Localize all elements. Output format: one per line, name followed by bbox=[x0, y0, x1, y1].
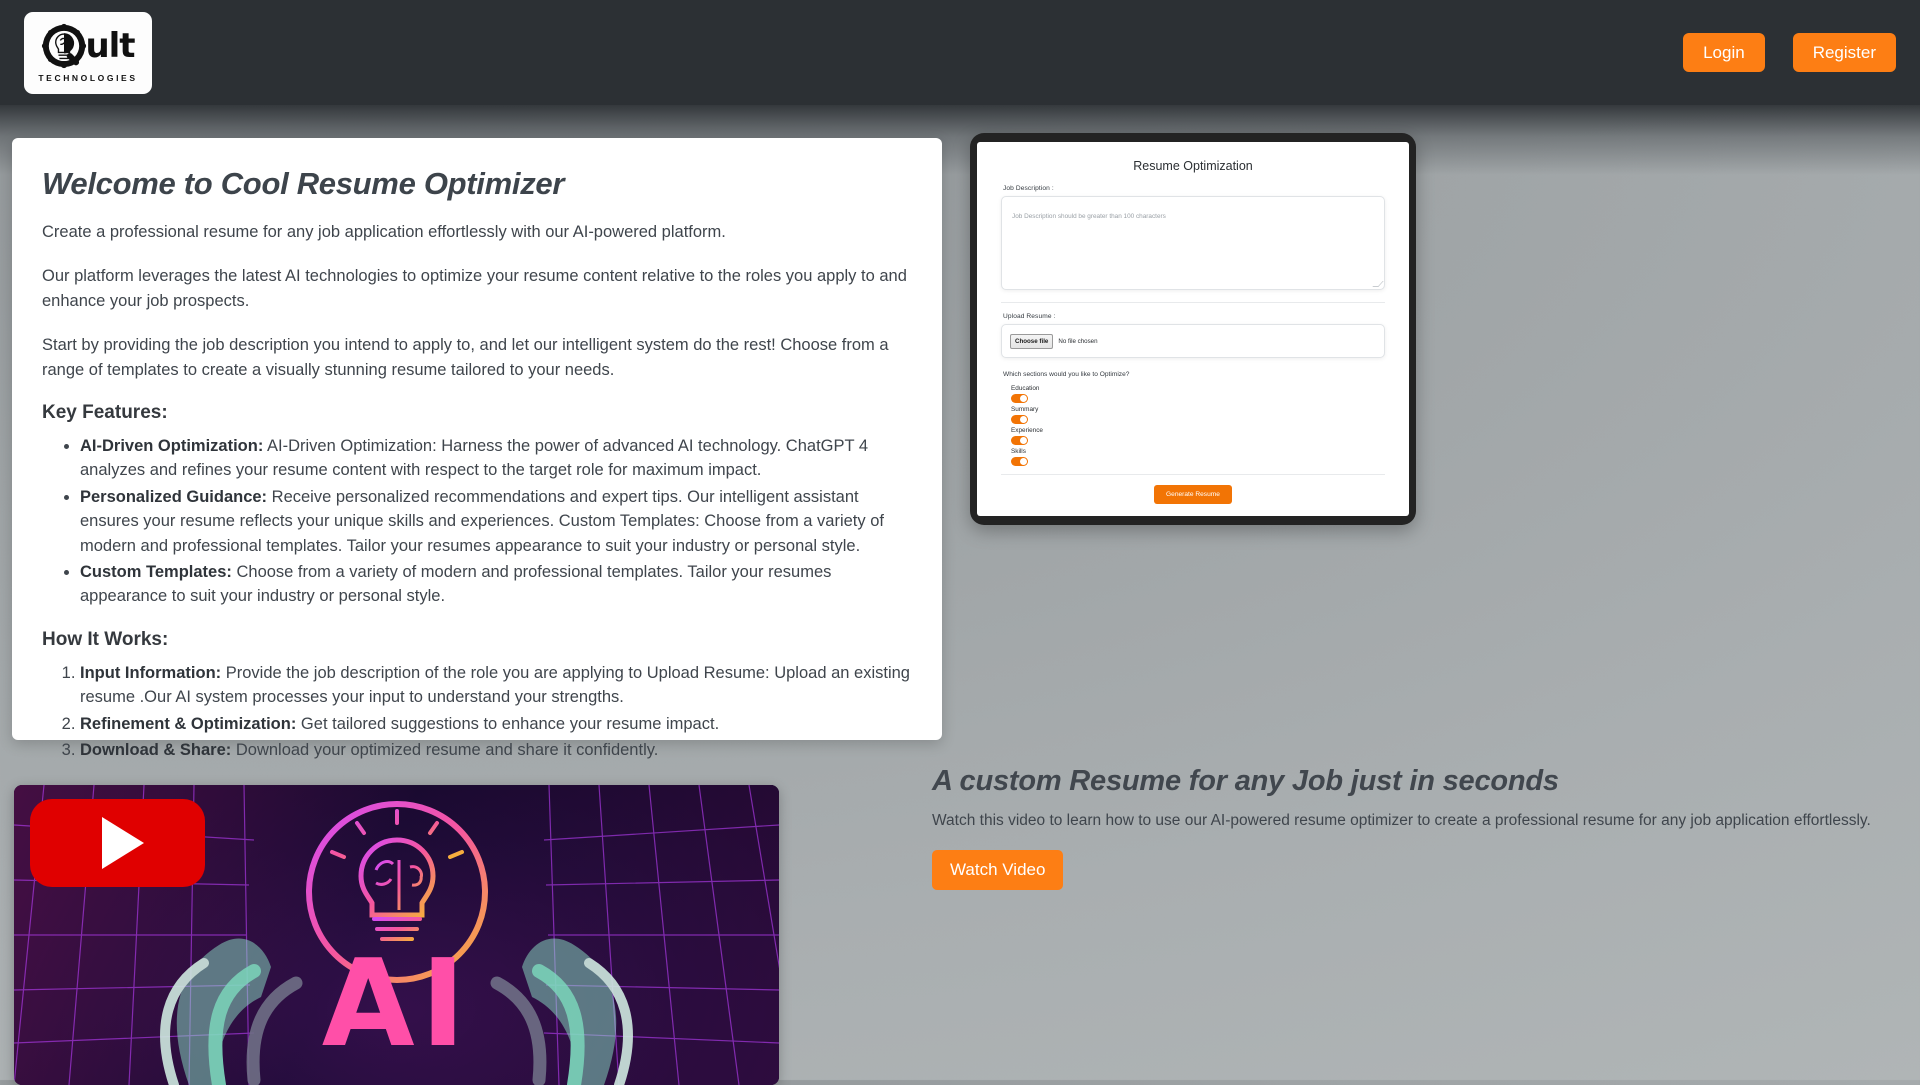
resume-optimizer-mockup: Resume Optimization Job Description : Jo… bbox=[970, 133, 1416, 525]
list-item: Download & Share: Download your optimize… bbox=[80, 738, 912, 762]
sections-question: Which sections would you like to Optimiz… bbox=[1003, 371, 1130, 378]
list-item: Refinement & Optimization: Get tailored … bbox=[80, 712, 912, 736]
list-item: Custom Templates: Choose from a variety … bbox=[80, 560, 912, 609]
step-term: Input Information: bbox=[80, 663, 222, 682]
feature-term: AI-Driven Optimization: bbox=[80, 437, 264, 456]
feature-term: Custom Templates: bbox=[80, 563, 232, 582]
play-triangle-icon bbox=[101, 817, 144, 869]
resize-grip-icon[interactable] bbox=[1372, 281, 1384, 287]
brand-logo[interactable]: ult TECHNOLOGIES bbox=[24, 11, 152, 94]
step-desc: Get tailored suggestions to enhance your… bbox=[296, 714, 720, 733]
toggle-switch[interactable] bbox=[1011, 394, 1028, 403]
feature-term: Personalized Guidance: bbox=[80, 487, 268, 506]
welcome-card: Welcome to Cool Resume Optimizer Create … bbox=[12, 138, 942, 759]
mockup-title: Resume Optimization bbox=[1133, 159, 1253, 173]
video-ai-text: AI bbox=[321, 935, 472, 1074]
toggle-switch[interactable] bbox=[1011, 457, 1028, 466]
list-item: Input Information: Provide the job descr… bbox=[80, 661, 912, 710]
job-description-placeholder: Job Description should be greater than 1… bbox=[1012, 213, 1166, 220]
section-toggle-experience: Experience bbox=[1011, 427, 1385, 445]
toggle-switch[interactable] bbox=[1011, 415, 1028, 424]
divider bbox=[1001, 302, 1385, 303]
how-it-works-heading: How It Works: bbox=[42, 628, 169, 650]
step-term: Refinement & Optimization: bbox=[80, 714, 297, 733]
file-status-text: No file chosen bbox=[1058, 337, 1098, 345]
header-actions: Login Register bbox=[1683, 33, 1896, 72]
site-header: ult TECHNOLOGIES Login Register bbox=[0, 0, 1920, 105]
video-promo-section: A custom Resume for any Job just in seco… bbox=[932, 765, 1892, 890]
login-button[interactable]: Login bbox=[1683, 33, 1765, 72]
list-item: Personalized Guidance: Receive personali… bbox=[80, 485, 912, 558]
toggle-label: Summary bbox=[1011, 406, 1039, 413]
promo-description: Watch this video to learn how to use our… bbox=[932, 812, 1871, 829]
brand-logo-word: ult bbox=[85, 26, 135, 66]
toggle-label: Skills bbox=[1011, 448, 1026, 455]
section-toggle-summary: Summary bbox=[1011, 406, 1385, 424]
upload-resume-label: Upload Resume : bbox=[1003, 313, 1056, 320]
page-title: Welcome to Cool Resume Optimizer bbox=[42, 166, 565, 201]
divider bbox=[1001, 474, 1385, 475]
section-toggle-education: Education bbox=[1011, 385, 1385, 403]
toggle-label: Education bbox=[1011, 385, 1040, 392]
promo-video-thumbnail[interactable]: AI bbox=[14, 785, 779, 1085]
watch-video-button[interactable]: Watch Video bbox=[932, 849, 1064, 890]
job-description-label: Job Description : bbox=[1003, 185, 1054, 192]
brand-logo-tagline: TECHNOLOGIES bbox=[38, 73, 138, 83]
intro-paragraph-2: Our platform leverages the latest AI tec… bbox=[42, 267, 907, 310]
toggle-switch[interactable] bbox=[1011, 436, 1028, 445]
toggle-label: Experience bbox=[1011, 427, 1043, 434]
key-features-list: AI-Driven Optimization: AI-Driven Optimi… bbox=[42, 434, 912, 609]
mockup-screen: Resume Optimization Job Description : Jo… bbox=[977, 142, 1409, 516]
step-desc: Download your optimized resume and share… bbox=[231, 741, 659, 760]
key-features-heading: Key Features: bbox=[42, 402, 168, 424]
choose-file-button[interactable]: Choose file bbox=[1010, 333, 1054, 349]
step-term: Download & Share: bbox=[80, 741, 232, 760]
list-item: AI-Driven Optimization: AI-Driven Optimi… bbox=[80, 434, 912, 483]
youtube-play-icon[interactable] bbox=[30, 799, 205, 887]
section-toggle-skills: Skills bbox=[1011, 448, 1385, 466]
generate-resume-button[interactable]: Generate Resume bbox=[1154, 485, 1232, 504]
how-it-works-list: Input Information: Provide the job descr… bbox=[42, 661, 912, 763]
job-description-input[interactable]: Job Description should be greater than 1… bbox=[1001, 196, 1385, 290]
qult-brain-bulb-logo-icon bbox=[41, 23, 87, 69]
intro-paragraph-1: Create a professional resume for any job… bbox=[42, 223, 726, 241]
register-button[interactable]: Register bbox=[1792, 33, 1896, 72]
intro-paragraph-3: Start by providing the job description y… bbox=[42, 336, 889, 379]
promo-title: A custom Resume for any Job just in seco… bbox=[932, 765, 1559, 797]
upload-resume-input[interactable]: Choose file No file chosen bbox=[1001, 324, 1385, 358]
